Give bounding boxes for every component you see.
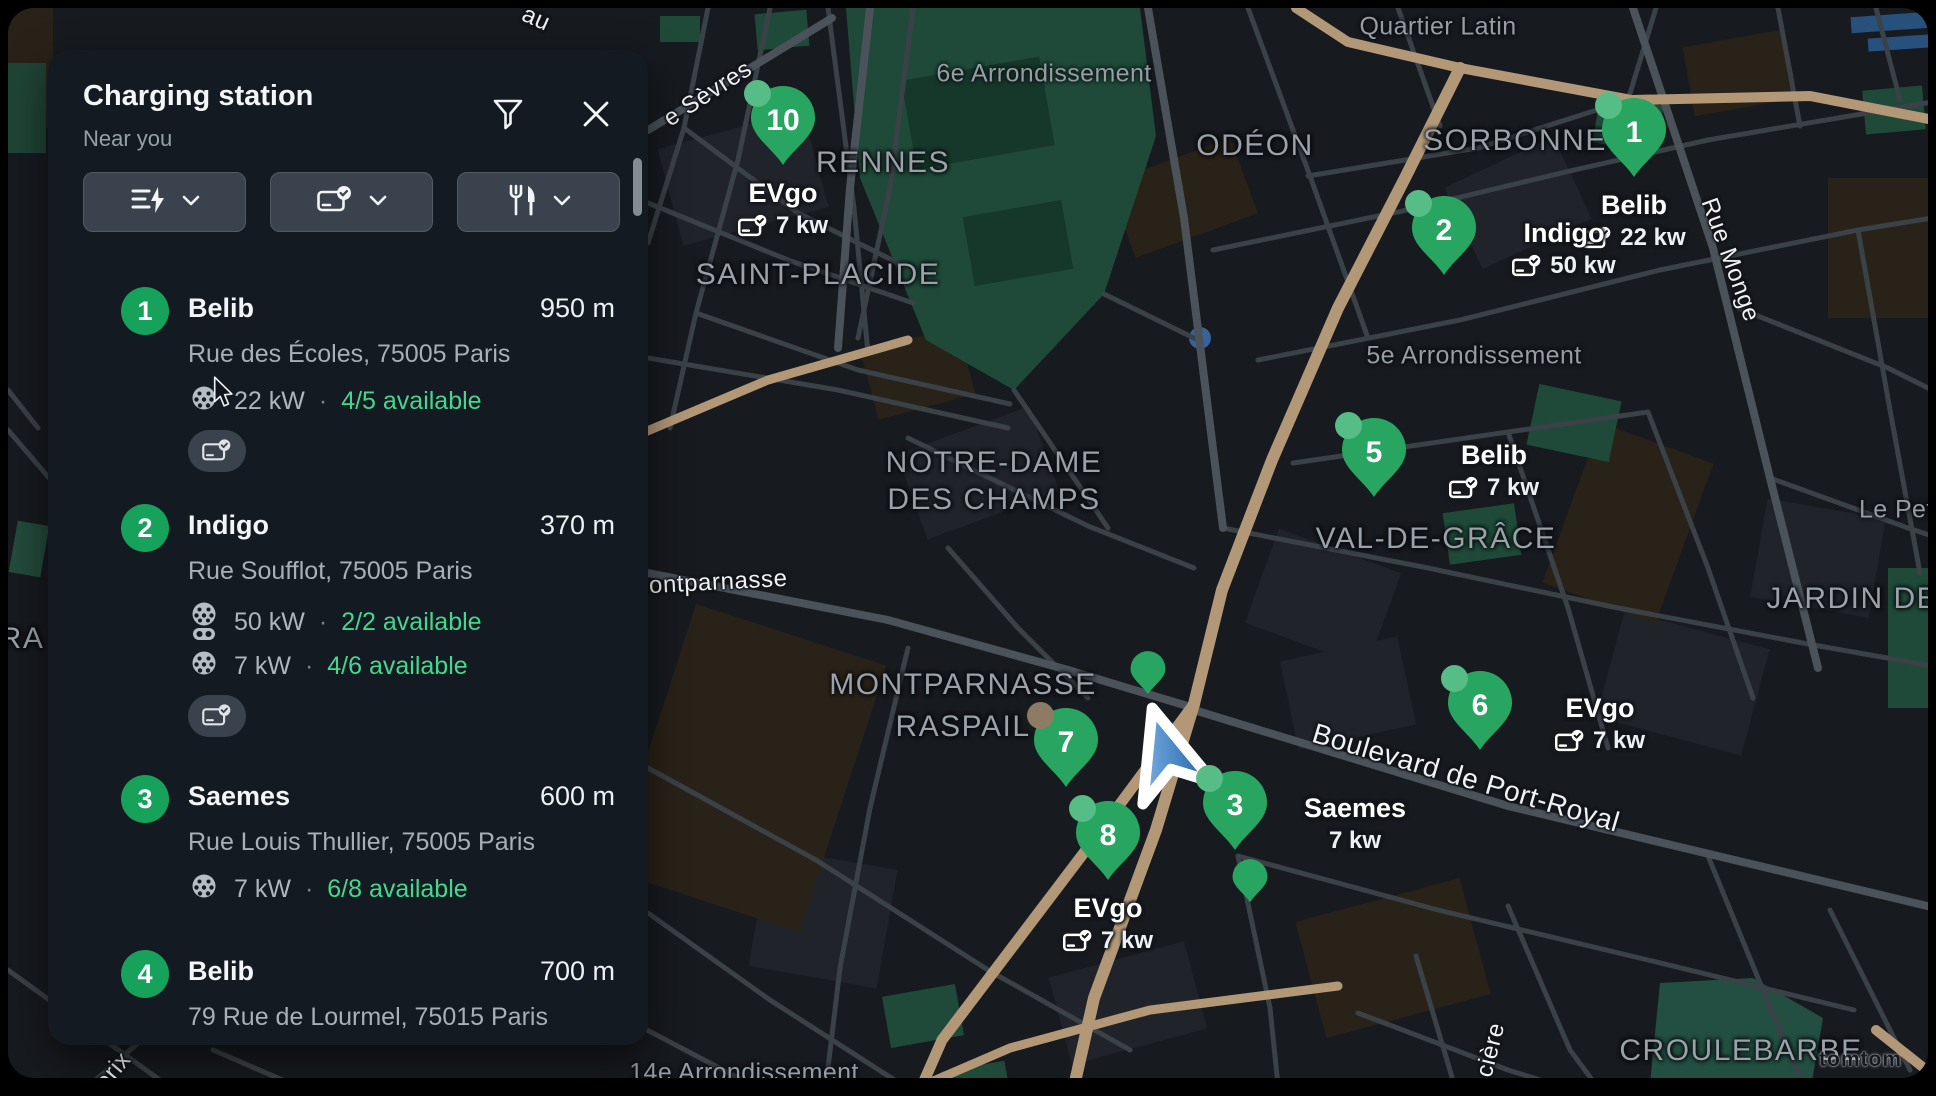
pin-status-dot — [744, 80, 771, 107]
filter-chip-food[interactable] — [457, 172, 620, 232]
map-pin-8[interactable]: 8 — [1075, 801, 1141, 881]
map-pin-1[interactable]: 1 — [1601, 98, 1667, 178]
station-connector-row: 50 kW · 2/2 available — [188, 602, 482, 642]
charger-list-icon — [130, 186, 166, 219]
svg-text:2: 2 — [1436, 214, 1453, 247]
filter-chip-payment[interactable] — [270, 172, 433, 232]
connector-availability: 4/6 available — [327, 652, 467, 681]
pin-status-dot — [1335, 412, 1362, 439]
svg-text:3: 3 — [1227, 789, 1244, 822]
station-name: Belib — [188, 293, 254, 324]
connector-availability: 2/2 available — [341, 608, 481, 637]
chevron-down-icon — [369, 193, 387, 211]
payment-badge[interactable] — [188, 430, 246, 472]
pin-status-dot — [1069, 795, 1096, 822]
connector-availability: 6/8 available — [327, 875, 467, 904]
station-connector-row: 7 kW · 4/6 available — [188, 650, 468, 682]
map-mini-pin[interactable] — [1232, 859, 1268, 903]
filter-chips-row — [83, 172, 620, 232]
pin-status-dot — [1595, 92, 1622, 119]
svg-text:6: 6 — [1472, 689, 1489, 722]
pin-status-dot — [1027, 702, 1054, 729]
separator-dot: · — [319, 608, 327, 637]
filter-button[interactable] — [488, 96, 528, 136]
pin-status-dot — [1196, 765, 1223, 792]
charging-station-panel: Charging station Near you 1 Belib 950 m Rue… — [48, 50, 648, 1045]
svg-text:7: 7 — [1058, 726, 1075, 759]
map-pin-2[interactable]: 2 — [1411, 196, 1477, 276]
station-address: Rue des Écoles, 75005 Paris — [188, 340, 510, 369]
station-number-badge: 4 — [121, 950, 169, 998]
payment-card-check-icon — [317, 185, 353, 220]
svg-text:5: 5 — [1366, 436, 1383, 469]
chevron-down-icon — [182, 193, 200, 211]
connector-power: 7 kW — [234, 875, 291, 904]
station-address: Rue Soufflot, 75005 Paris — [188, 557, 472, 586]
app-screen: Quartier Latin6e ArrondissementRENNESODÉ… — [8, 8, 1928, 1078]
map-pin-6[interactable]: 6 — [1447, 671, 1513, 751]
chevron-down-icon — [553, 193, 571, 211]
station-name: Indigo — [188, 510, 269, 541]
filter-chip-charger-type[interactable] — [83, 172, 246, 232]
payment-card-check-icon — [202, 703, 232, 729]
station-connector-row: 22 kW · 4/5 available — [188, 385, 482, 417]
station-address: 79 Rue de Lourmel, 75015 Paris — [188, 1003, 548, 1032]
station-number-badge: 3 — [121, 775, 169, 823]
pin-status-dot — [1405, 190, 1432, 217]
station-number-badge: 1 — [121, 287, 169, 335]
svg-text:1: 1 — [1626, 116, 1643, 149]
panel-scrollbar[interactable] — [633, 158, 642, 216]
station-distance: 700 m — [540, 956, 615, 987]
map-pin-5[interactable]: 5 — [1341, 418, 1407, 498]
page-title: Charging station — [83, 80, 313, 113]
close-icon — [581, 99, 611, 134]
connector-availability: 4/5 available — [341, 387, 481, 416]
station-address: Rue Louis Thullier, 75005 Paris — [188, 828, 535, 857]
station-number-badge: 2 — [121, 504, 169, 552]
station-distance: 950 m — [540, 293, 615, 324]
pin-status-dot — [1441, 665, 1468, 692]
type2-connector-icon — [188, 650, 220, 682]
filter-funnel-icon — [491, 97, 525, 136]
restaurant-icon — [507, 184, 537, 221]
device-frame: Quartier Latin6e ArrondissementRENNESODÉ… — [0, 0, 1936, 1096]
map-pin-3[interactable]: 3 — [1202, 771, 1268, 851]
payment-card-check-icon — [202, 438, 232, 464]
station-name: Belib — [188, 956, 254, 987]
map-pin-10[interactable]: 10 — [750, 86, 816, 166]
type2-connector-icon — [188, 873, 220, 905]
connector-power: 50 kW — [234, 608, 305, 637]
payment-badge[interactable] — [188, 695, 246, 737]
station-connector-row: 7 kW · 6/8 available — [188, 873, 468, 905]
close-button[interactable] — [576, 96, 616, 136]
page-subtitle: Near you — [83, 126, 172, 152]
svg-text:8: 8 — [1100, 819, 1117, 852]
svg-text:10: 10 — [766, 104, 799, 137]
connector-power: 7 kW — [234, 652, 291, 681]
separator-dot: · — [319, 387, 327, 416]
station-distance: 600 m — [540, 781, 615, 812]
tomtom-logo: tomtom — [1819, 1048, 1902, 1072]
ccs-connector-icon — [188, 602, 220, 642]
separator-dot: · — [305, 875, 313, 904]
map-pin-7[interactable]: 7 — [1033, 708, 1099, 788]
station-distance: 370 m — [540, 510, 615, 541]
station-name: Saemes — [188, 781, 290, 812]
separator-dot: · — [305, 652, 313, 681]
map-mini-pin[interactable] — [1130, 651, 1166, 695]
connector-power: 22 kW — [234, 387, 305, 416]
type2-connector-icon — [188, 385, 220, 417]
